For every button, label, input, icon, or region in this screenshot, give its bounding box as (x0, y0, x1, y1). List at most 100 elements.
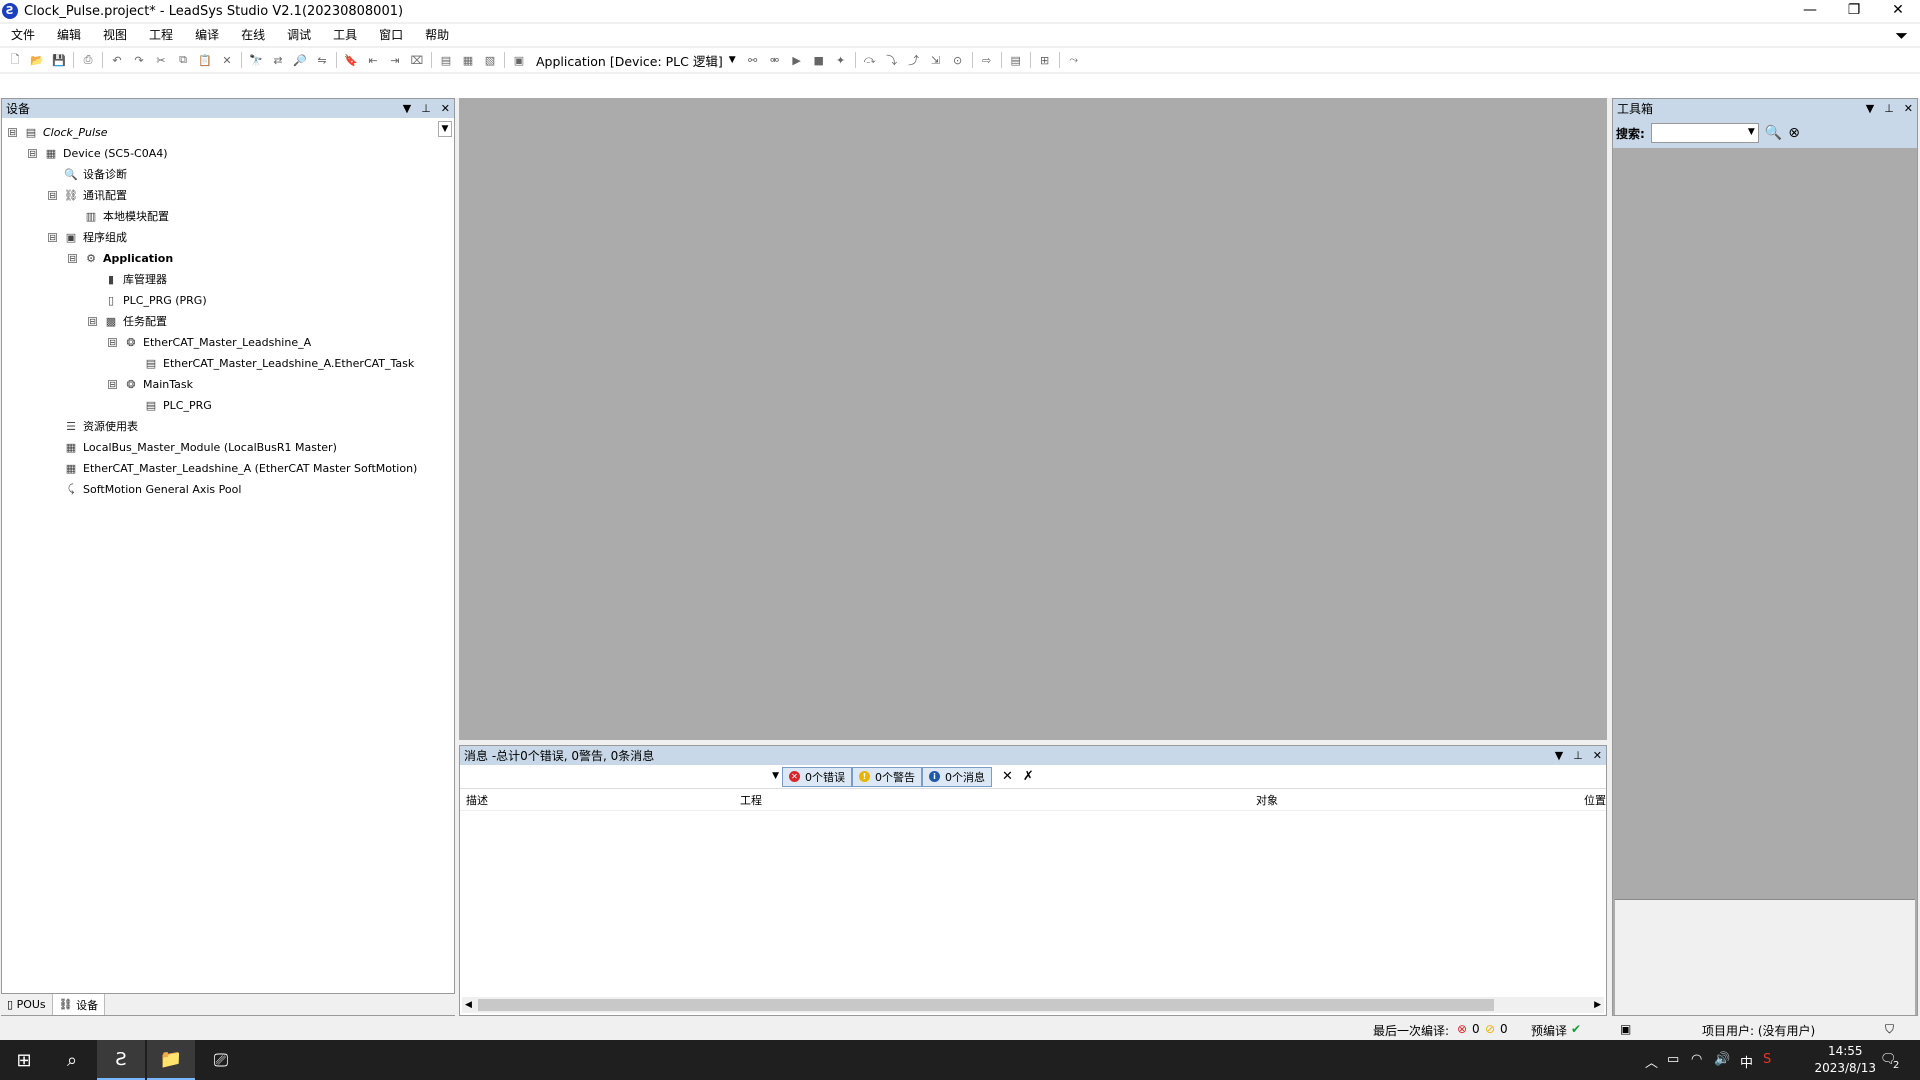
logout-icon[interactable]: ⚮ (766, 51, 784, 69)
clear-search-icon[interactable]: ⊗ (1788, 125, 1800, 141)
minimize-button[interactable]: — (1788, 0, 1832, 22)
tree-item[interactable]: ⊟ ▩ 任务配置 (88, 311, 167, 331)
errors-filter-button[interactable]: ✕ 0个错误 (782, 766, 852, 787)
tree-item[interactable]: ⤹ SoftMotion General Axis Pool (48, 479, 242, 499)
message-category-select[interactable]: ▼ (462, 767, 782, 786)
menu-file[interactable]: 文件 (0, 24, 46, 46)
tree-expander-icon[interactable]: ⊟ (28, 148, 37, 158)
menu-build[interactable]: 编译 (184, 24, 230, 46)
menu-view[interactable]: 视图 (92, 24, 138, 46)
print-icon[interactable]: ⎙ (79, 51, 97, 69)
tree-item[interactable]: ▯ PLC_PRG (PRG) (88, 290, 207, 310)
tab-devices[interactable]: ⛓ 设备 (52, 994, 106, 1015)
copy-icon[interactable]: ⧉ (174, 51, 192, 69)
generate-code-icon[interactable]: ▧ (481, 51, 499, 69)
tab-pous[interactable]: ▯ POUs (1, 994, 53, 1015)
tree-item[interactable]: ▮ 库管理器 (88, 269, 167, 289)
tree-expander-icon[interactable]: ⊟ (48, 232, 57, 242)
chevron-down-icon[interactable]: ▼ (729, 55, 736, 65)
camera-app-icon[interactable]: ⎚ (197, 1040, 245, 1080)
scroll-left-icon[interactable]: ◀ (465, 1000, 472, 1010)
find-icon[interactable]: 🔭 (247, 51, 265, 69)
tree-expander-icon[interactable]: ⊟ (88, 316, 97, 326)
new-file-icon[interactable]: 🗋 (6, 51, 24, 69)
volume-icon[interactable]: 🔊 (1714, 1052, 1730, 1067)
cut-icon[interactable]: ✂ (152, 51, 170, 69)
tree-options-dropdown[interactable]: ▼ (438, 121, 452, 137)
bookmark-prev-icon[interactable]: ⇤ (364, 51, 382, 69)
pin-icon[interactable]: ⊥ (421, 99, 431, 118)
column-description[interactable]: 描述 (466, 792, 488, 808)
clock[interactable]: 14:55 2023/8/13 (1814, 1043, 1876, 1077)
infos-filter-button[interactable]: i 0个消息 (922, 766, 992, 787)
step-over-icon[interactable]: ⤼ (861, 51, 879, 69)
column-position[interactable]: 位置 (1584, 792, 1606, 808)
close-icon[interactable]: ✕ (1593, 746, 1602, 765)
open-folder-icon[interactable]: 📂 (28, 51, 46, 69)
tree-expander-icon[interactable]: ⊟ (48, 190, 57, 200)
filter-icon[interactable]: ⏷ (1895, 26, 1908, 46)
bookmark-next-icon[interactable]: ⇥ (386, 51, 404, 69)
build-icon[interactable]: ▤ (437, 51, 455, 69)
input-method-icon[interactable]: S (1763, 1052, 1771, 1067)
menu-project[interactable]: 工程 (138, 24, 184, 46)
tree-item[interactable]: 🔍 设备诊断 (48, 164, 127, 184)
search-icon[interactable]: ⌕ (48, 1040, 96, 1080)
menu-debug[interactable]: 调试 (276, 24, 322, 46)
ime-indicator[interactable]: 中 (1740, 1052, 1753, 1071)
unforce-icon[interactable]: ⊞ (1036, 51, 1054, 69)
windows-start-icon[interactable]: ⊞ (0, 1040, 48, 1080)
tree-item[interactable]: ▦ EtherCAT_Master_Leadshine_A (EtherCAT M… (48, 458, 418, 478)
reset-icon[interactable]: ✦ (832, 51, 850, 69)
bookmark-clear-icon[interactable]: ⌧ (408, 51, 426, 69)
tree-item[interactable]: ⊟ ⚙ Application (68, 248, 173, 268)
leadsys-studio-icon[interactable]: Ƨ (97, 1040, 145, 1080)
close-icon[interactable]: ✕ (1904, 99, 1913, 118)
panel-menu-icon[interactable]: ▼ (403, 99, 411, 118)
paste-icon[interactable]: 📋 (196, 51, 214, 69)
tree-item[interactable]: ⊟ ❂ MainTask (108, 374, 193, 394)
replace-icon[interactable]: ⇄ (269, 51, 287, 69)
restore-button[interactable]: ❐ (1832, 0, 1876, 22)
close-button[interactable]: ✕ (1876, 0, 1920, 22)
warnings-filter-button[interactable]: ! 0个警告 (852, 766, 922, 787)
active-application-selector[interactable]: Application [Device: PLC 逻辑] (536, 51, 723, 70)
search-icon[interactable]: 🔍 (1765, 125, 1782, 141)
tree-item[interactable]: ⊟ ▤ Clock_Pulse (8, 122, 108, 142)
tree-item[interactable]: ▥ 本地模块配置 (68, 206, 169, 226)
clear-messages-icon[interactable]: ✕ (1002, 769, 1013, 784)
file-explorer-icon[interactable]: 📁 (147, 1040, 195, 1080)
replace-all-icon[interactable]: ⇋ (313, 51, 331, 69)
menu-edit[interactable]: 编辑 (46, 24, 92, 46)
undo-icon[interactable]: ↶ (108, 51, 126, 69)
tree-expander-icon[interactable]: ⊟ (8, 127, 17, 137)
active-application-icon[interactable]: ▣ (510, 51, 528, 69)
run-to-cursor-icon[interactable]: ⇲ (927, 51, 945, 69)
menu-help[interactable]: 帮助 (414, 24, 460, 46)
scroll-right-icon[interactable]: ▶ (1594, 1000, 1601, 1010)
column-project[interactable]: 工程 (740, 792, 762, 808)
wifi-icon[interactable]: ◠ (1691, 1052, 1702, 1067)
project-user-icon[interactable]: ▣ (1620, 1022, 1631, 1036)
pin-icon[interactable]: ⊥ (1884, 99, 1894, 118)
start-icon[interactable]: ▶ (788, 51, 806, 69)
rebuild-icon[interactable]: ▦ (459, 51, 477, 69)
tree-item[interactable]: ▤ EtherCAT_Master_Leadshine_A.EtherCAT_Ta… (128, 353, 414, 373)
find-all-icon[interactable]: 🔎 (291, 51, 309, 69)
shield-icon[interactable]: ⛉ (1885, 1022, 1894, 1037)
clear-all-messages-icon[interactable]: ✗ (1023, 769, 1034, 784)
tree-expander-icon[interactable]: ⊟ (68, 253, 77, 263)
tree-item[interactable]: ⊟ ▣ 程序组成 (48, 227, 127, 247)
scrollbar-thumb[interactable] (478, 999, 1494, 1011)
tree-expander-icon[interactable]: ⊟ (108, 379, 117, 389)
battery-icon[interactable]: ▭ (1667, 1052, 1679, 1067)
save-icon[interactable]: 💾 (50, 51, 68, 69)
tree-item[interactable]: ▤ PLC_PRG (128, 395, 212, 415)
tree-item[interactable]: ☰ 资源使用表 (48, 416, 138, 436)
column-object[interactable]: 对象 (1256, 792, 1278, 808)
panel-menu-icon[interactable]: ▼ (1555, 746, 1563, 765)
redo-icon[interactable]: ↷ (130, 51, 148, 69)
pin-icon[interactable]: ⊥ (1573, 746, 1583, 765)
step-out-icon[interactable]: ⤴ (905, 51, 923, 69)
tree-expander-icon[interactable]: ⊟ (108, 337, 117, 347)
